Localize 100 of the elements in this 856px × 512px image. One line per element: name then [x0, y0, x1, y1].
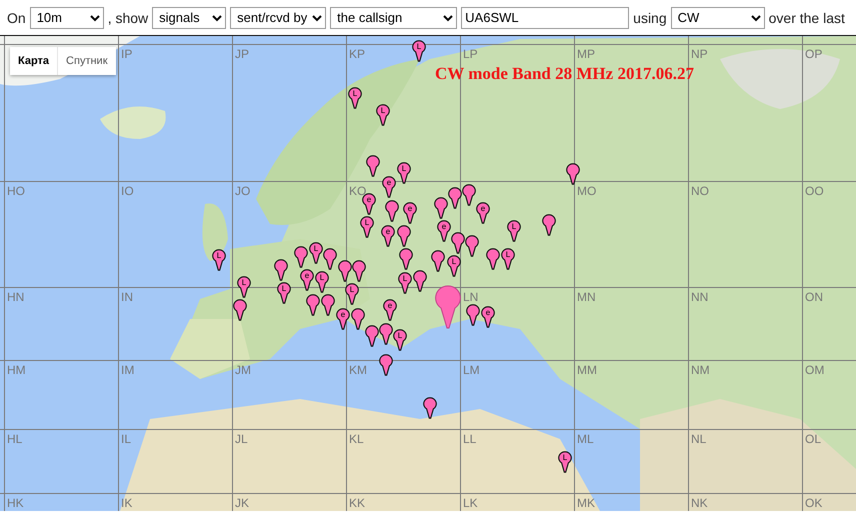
map-marker[interactable]: e [382, 176, 396, 198]
grid-label: NO [691, 185, 709, 197]
direction-select[interactable]: sent/rcvd by [230, 6, 326, 28]
show-select[interactable]: signals [152, 6, 226, 28]
map-marker[interactable]: L [345, 283, 359, 305]
grid-label: JL [235, 433, 248, 445]
grid-label: OM [805, 364, 824, 376]
map-marker[interactable]: e [476, 202, 490, 224]
map-pin-icon[interactable] [486, 248, 500, 270]
map-marker[interactable]: L [376, 104, 390, 126]
grid-label: KM [349, 364, 367, 376]
grid-label: NN [691, 291, 708, 303]
map-pin-icon[interactable] [431, 250, 445, 272]
form-label: , show [108, 10, 148, 26]
map-marker[interactable]: L [237, 276, 251, 298]
grid-label: LK [463, 497, 478, 509]
form-label: using [633, 10, 667, 26]
map-pin-icon[interactable] [338, 260, 352, 282]
map-pin-icon[interactable] [448, 187, 462, 209]
map-marker[interactable]: L [558, 451, 572, 473]
map-pin-icon[interactable] [397, 225, 411, 247]
map-marker[interactable]: L [212, 249, 226, 271]
map-pin-icon[interactable] [352, 260, 366, 282]
map-marker[interactable]: e [383, 299, 397, 321]
map-marker[interactable]: L [507, 220, 521, 242]
grid-label: OP [805, 48, 822, 60]
form-label: over the last [768, 10, 845, 26]
map-pin-icon[interactable] [365, 325, 379, 347]
map-marker[interactable]: L [398, 272, 412, 294]
map-pin-icon[interactable] [466, 304, 480, 326]
target-select[interactable]: the callsign [330, 6, 458, 28]
map-marker[interactable]: L [393, 329, 407, 351]
grid-label: IN [121, 291, 133, 303]
grid-label: JP [235, 48, 250, 60]
grid-label: LM [463, 364, 480, 376]
map-marker[interactable]: L [412, 40, 426, 62]
map-pin-icon[interactable] [379, 323, 393, 345]
map-marker[interactable]: L [447, 255, 461, 277]
map-pin-icon[interactable] [399, 248, 413, 270]
map-pin-icon[interactable] [566, 163, 580, 185]
map-marker[interactable]: e [300, 269, 314, 291]
grid-label: MK [577, 497, 595, 509]
grid-label: LL [463, 433, 476, 445]
map-pin-icon[interactable] [413, 270, 427, 292]
map-pin-icon[interactable] [233, 299, 247, 321]
map-marker[interactable]: L [277, 282, 291, 304]
mode-select[interactable]: CW [670, 6, 765, 28]
map-marker[interactable]: L [348, 87, 362, 109]
form-label: On [7, 10, 26, 26]
grid-label: MN [577, 291, 596, 303]
map-marker[interactable]: e [481, 306, 495, 328]
map-marker[interactable]: e [381, 225, 395, 247]
map-pin-icon[interactable] [294, 246, 308, 268]
map-marker[interactable]: e [336, 308, 350, 330]
map-marker[interactable]: L [360, 216, 374, 238]
map-pin-icon[interactable] [274, 259, 288, 281]
grid-label: IO [121, 185, 134, 197]
map-pin-icon[interactable] [385, 200, 399, 222]
map-pin-icon[interactable] [462, 184, 476, 206]
map-pin-icon[interactable] [306, 294, 320, 316]
grid-label: NL [691, 433, 706, 445]
grid-label: LP [463, 48, 478, 60]
map-title: CW mode Band 28 MHz 2017.06.27 [435, 64, 694, 84]
map-pin-icon[interactable] [323, 248, 337, 270]
map-type-tab[interactable]: Карта [10, 47, 58, 75]
map-pin-icon[interactable] [451, 232, 465, 254]
map-pin-icon[interactable] [423, 397, 437, 419]
map-marker[interactable]: e [437, 220, 451, 242]
map-marker[interactable]: L [397, 162, 411, 184]
grid-label: IP [121, 48, 132, 60]
map-marker[interactable]: e [403, 202, 417, 224]
grid-label: NP [691, 48, 708, 60]
grid-label: OK [805, 497, 822, 509]
map-pin-icon[interactable] [434, 197, 448, 219]
map-type-tab[interactable]: Спутник [58, 47, 116, 75]
map-pin-icon[interactable] [465, 235, 479, 257]
map-pin-icon[interactable] [542, 214, 556, 236]
grid-label: MM [577, 364, 597, 376]
map-pin-icon[interactable] [351, 308, 365, 330]
band-select[interactable]: 10m [30, 6, 104, 28]
map-marker[interactable]: L [501, 248, 515, 270]
grid-label: NM [691, 364, 710, 376]
grid-label: JM [235, 364, 251, 376]
grid-label: IM [121, 364, 134, 376]
grid-label: LN [463, 291, 478, 303]
grid-label: OL [805, 433, 822, 445]
grid-label: MO [577, 185, 596, 197]
grid-label: HO [7, 185, 25, 197]
grid-label: ON [805, 291, 823, 303]
map-pin-icon[interactable] [366, 155, 380, 177]
map-marker[interactable]: L [315, 271, 329, 293]
map-marker[interactable]: L [309, 242, 323, 264]
grid-label: JK [235, 497, 250, 509]
callsign-field[interactable]: UA6SWL [461, 6, 630, 28]
grid-label: MP [577, 48, 595, 60]
grid-label: HK [7, 497, 24, 509]
map-pin-icon[interactable] [379, 354, 393, 376]
grid-label: JO [235, 185, 250, 197]
map-pin-icon[interactable] [321, 294, 335, 316]
grid-label: ML [577, 433, 594, 445]
